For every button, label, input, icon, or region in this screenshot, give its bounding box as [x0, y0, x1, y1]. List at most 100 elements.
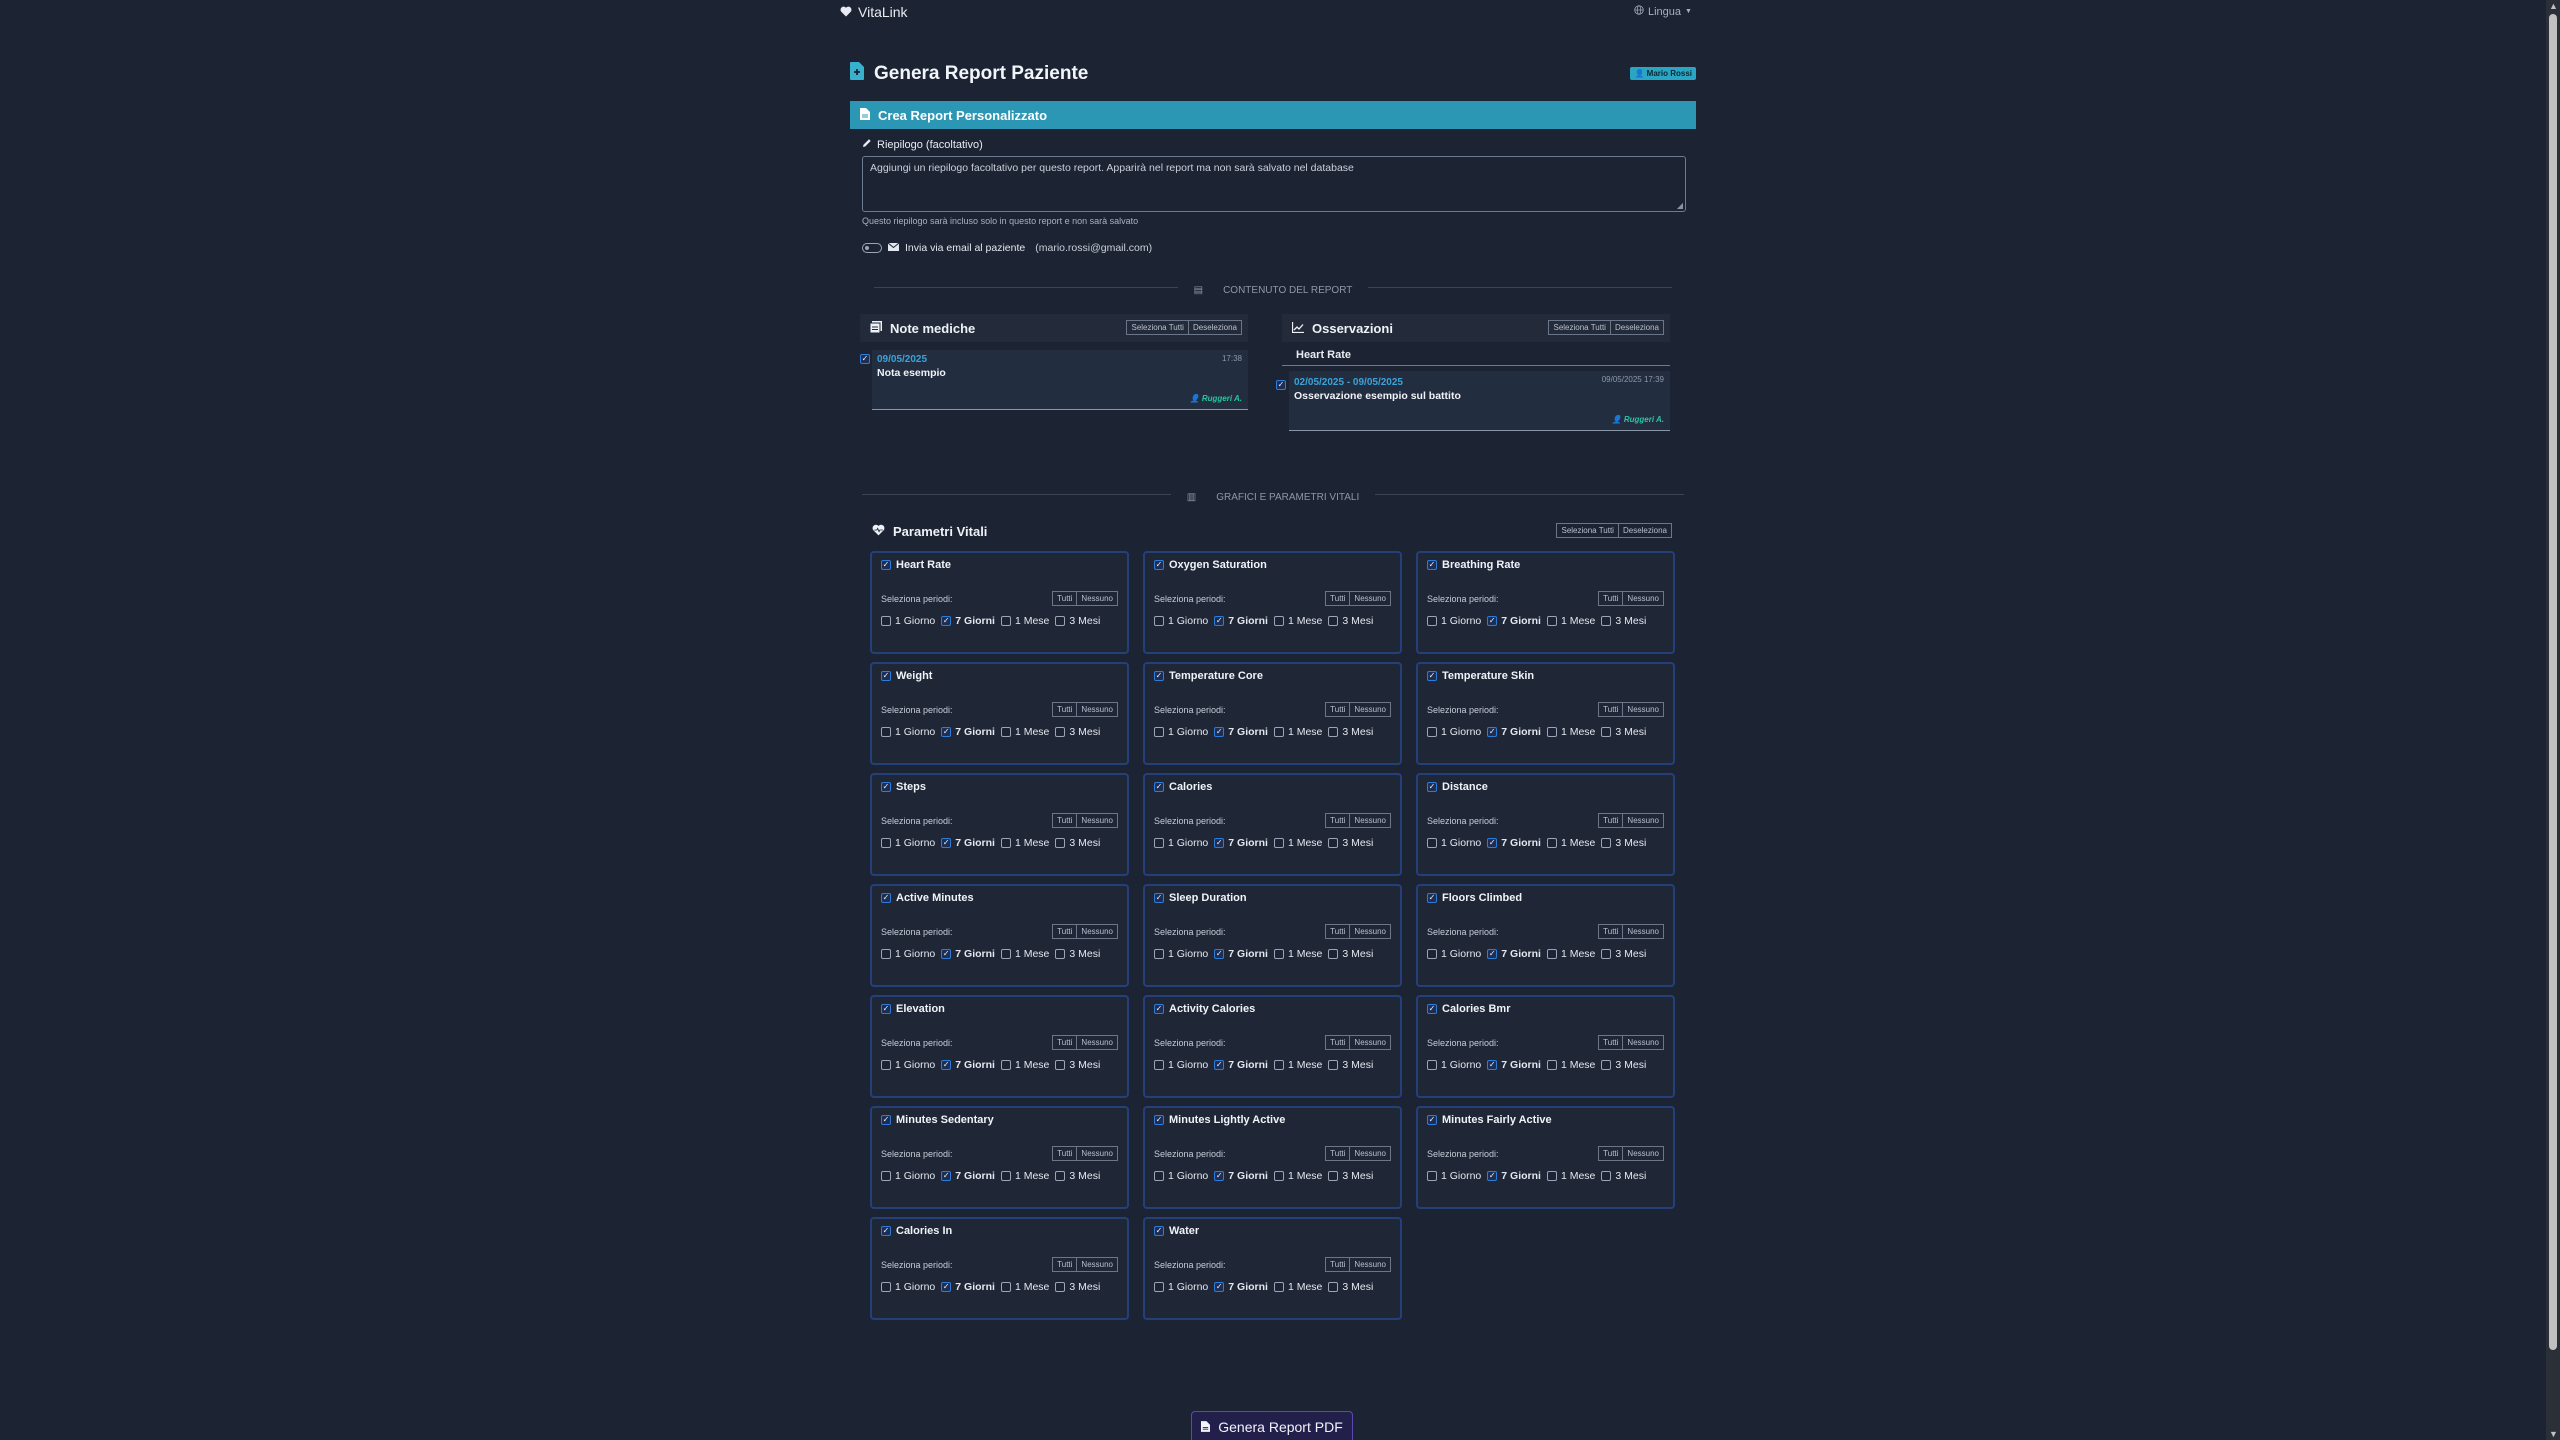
period-checkbox[interactable]: ✓: [1214, 949, 1225, 959]
period-none-button[interactable]: Nessuno: [1350, 702, 1391, 717]
resize-handle-icon[interactable]: ◢: [1677, 201, 1683, 210]
period-option[interactable]: ✓ 1 Giorno: [1427, 948, 1481, 960]
period-all-button[interactable]: Tutti: [1052, 924, 1078, 939]
note-checkbox[interactable]: ✓: [860, 354, 870, 364]
vital-checkbox[interactable]: ✓: [881, 560, 891, 570]
period-checkbox[interactable]: ✓: [1154, 1282, 1164, 1292]
period-option[interactable]: ✓1 Mese: [1000, 948, 1049, 960]
observation-checkbox[interactable]: ✓: [1276, 380, 1286, 390]
period-all-button[interactable]: Tutti: [1325, 702, 1351, 717]
period-checkbox[interactable]: ✓: [941, 727, 952, 737]
period-option[interactable]: ✓3 Mesi: [1601, 615, 1646, 627]
period-checkbox[interactable]: ✓: [1055, 727, 1066, 737]
period-checkbox[interactable]: ✓: [1328, 616, 1339, 626]
period-none-button[interactable]: Nessuno: [1350, 1146, 1391, 1161]
period-checkbox[interactable]: ✓: [1154, 727, 1164, 737]
period-checkbox[interactable]: ✓: [941, 1282, 952, 1292]
period-option[interactable]: ✓3 Mesi: [1328, 615, 1373, 627]
period-option[interactable]: ✓3 Mesi: [1055, 1281, 1100, 1293]
period-option[interactable]: ✓ 7 Giorni: [1214, 1281, 1268, 1293]
scrollbar[interactable]: ▲ ▼: [2546, 0, 2560, 1440]
period-checkbox[interactable]: ✓: [1427, 949, 1437, 959]
period-option[interactable]: ✓ 7 Giorni: [1214, 1170, 1268, 1182]
period-option[interactable]: ✓ 7 Giorni: [1487, 948, 1541, 960]
period-checkbox[interactable]: ✓: [1214, 1171, 1225, 1181]
period-all-button[interactable]: Tutti: [1052, 1146, 1078, 1161]
period-option[interactable]: ✓1 Mese: [1546, 615, 1595, 627]
period-option[interactable]: ✓1 Mese: [1000, 615, 1049, 627]
vital-checkbox[interactable]: ✓: [1427, 1115, 1437, 1125]
period-checkbox[interactable]: ✓: [1487, 616, 1498, 626]
period-checkbox[interactable]: ✓: [1487, 727, 1498, 737]
period-option[interactable]: ✓3 Mesi: [1601, 726, 1646, 738]
period-checkbox[interactable]: ✓: [1601, 727, 1612, 737]
period-option[interactable]: ✓3 Mesi: [1601, 1170, 1646, 1182]
period-checkbox[interactable]: ✓: [1000, 1282, 1011, 1292]
period-option[interactable]: ✓1 Mese: [1273, 948, 1322, 960]
period-all-button[interactable]: Tutti: [1325, 1146, 1351, 1161]
email-toggle[interactable]: [862, 243, 882, 253]
period-option[interactable]: ✓3 Mesi: [1055, 615, 1100, 627]
period-option[interactable]: ✓ 1 Giorno: [1154, 1059, 1208, 1071]
period-checkbox[interactable]: ✓: [1427, 1171, 1437, 1181]
vital-checkbox[interactable]: ✓: [1427, 893, 1437, 903]
period-option[interactable]: ✓1 Mese: [1000, 1059, 1049, 1071]
period-none-button[interactable]: Nessuno: [1623, 702, 1664, 717]
period-option[interactable]: ✓1 Mese: [1546, 1059, 1595, 1071]
period-none-button[interactable]: Nessuno: [1623, 1035, 1664, 1050]
period-checkbox[interactable]: ✓: [1601, 1060, 1612, 1070]
vital-checkbox[interactable]: ✓: [881, 671, 891, 681]
period-checkbox[interactable]: ✓: [1214, 616, 1225, 626]
period-option[interactable]: ✓1 Mese: [1000, 837, 1049, 849]
period-checkbox[interactable]: ✓: [1328, 949, 1339, 959]
period-checkbox[interactable]: ✓: [1601, 949, 1612, 959]
period-checkbox[interactable]: ✓: [1427, 1060, 1437, 1070]
period-option[interactable]: ✓3 Mesi: [1328, 837, 1373, 849]
period-option[interactable]: ✓ 1 Giorno: [881, 1059, 935, 1071]
period-checkbox[interactable]: ✓: [1154, 616, 1164, 626]
scroll-down-arrow-icon[interactable]: ▼: [2549, 1430, 2558, 1439]
vital-checkbox[interactable]: ✓: [881, 1004, 891, 1014]
period-option[interactable]: ✓ 1 Giorno: [1154, 948, 1208, 960]
period-checkbox[interactable]: ✓: [1546, 838, 1557, 848]
period-checkbox[interactable]: ✓: [1055, 1060, 1066, 1070]
period-option[interactable]: ✓ 7 Giorni: [941, 1170, 995, 1182]
period-all-button[interactable]: Tutti: [1598, 591, 1624, 606]
period-option[interactable]: ✓1 Mese: [1546, 948, 1595, 960]
period-checkbox[interactable]: ✓: [1000, 727, 1011, 737]
period-option[interactable]: ✓3 Mesi: [1601, 837, 1646, 849]
period-option[interactable]: ✓ 1 Giorno: [1427, 1059, 1481, 1071]
period-option[interactable]: ✓1 Mese: [1273, 726, 1322, 738]
period-option[interactable]: ✓ 7 Giorni: [941, 1281, 995, 1293]
observations-select-all-button[interactable]: Seleziona Tutti: [1548, 320, 1611, 335]
period-checkbox[interactable]: ✓: [1000, 1171, 1011, 1181]
period-option[interactable]: ✓1 Mese: [1273, 615, 1322, 627]
period-none-button[interactable]: Nessuno: [1077, 813, 1118, 828]
period-all-button[interactable]: Tutti: [1052, 1257, 1078, 1272]
period-option[interactable]: ✓1 Mese: [1273, 837, 1322, 849]
period-option[interactable]: ✓ 1 Giorno: [881, 615, 935, 627]
period-none-button[interactable]: Nessuno: [1623, 591, 1664, 606]
period-option[interactable]: ✓ 7 Giorni: [941, 1059, 995, 1071]
period-checkbox[interactable]: ✓: [1487, 1171, 1498, 1181]
period-checkbox[interactable]: ✓: [1214, 838, 1225, 848]
period-option[interactable]: ✓ 7 Giorni: [1487, 726, 1541, 738]
period-checkbox[interactable]: ✓: [881, 1282, 891, 1292]
period-option[interactable]: ✓ 1 Giorno: [881, 837, 935, 849]
period-none-button[interactable]: Nessuno: [1077, 591, 1118, 606]
period-checkbox[interactable]: ✓: [1328, 838, 1339, 848]
period-option[interactable]: ✓ 7 Giorni: [941, 726, 995, 738]
vital-checkbox[interactable]: ✓: [1427, 782, 1437, 792]
period-checkbox[interactable]: ✓: [1273, 1282, 1284, 1292]
vital-checkbox[interactable]: ✓: [1154, 1115, 1164, 1125]
period-none-button[interactable]: Nessuno: [1350, 813, 1391, 828]
period-checkbox[interactable]: ✓: [881, 949, 891, 959]
period-checkbox[interactable]: ✓: [941, 1060, 952, 1070]
period-checkbox[interactable]: ✓: [1601, 616, 1612, 626]
period-option[interactable]: ✓ 1 Giorno: [1154, 1281, 1208, 1293]
period-checkbox[interactable]: ✓: [1000, 616, 1011, 626]
period-option[interactable]: ✓ 1 Giorno: [1154, 726, 1208, 738]
period-none-button[interactable]: Nessuno: [1623, 924, 1664, 939]
period-checkbox[interactable]: ✓: [1487, 838, 1498, 848]
period-option[interactable]: ✓ 7 Giorni: [1214, 1059, 1268, 1071]
